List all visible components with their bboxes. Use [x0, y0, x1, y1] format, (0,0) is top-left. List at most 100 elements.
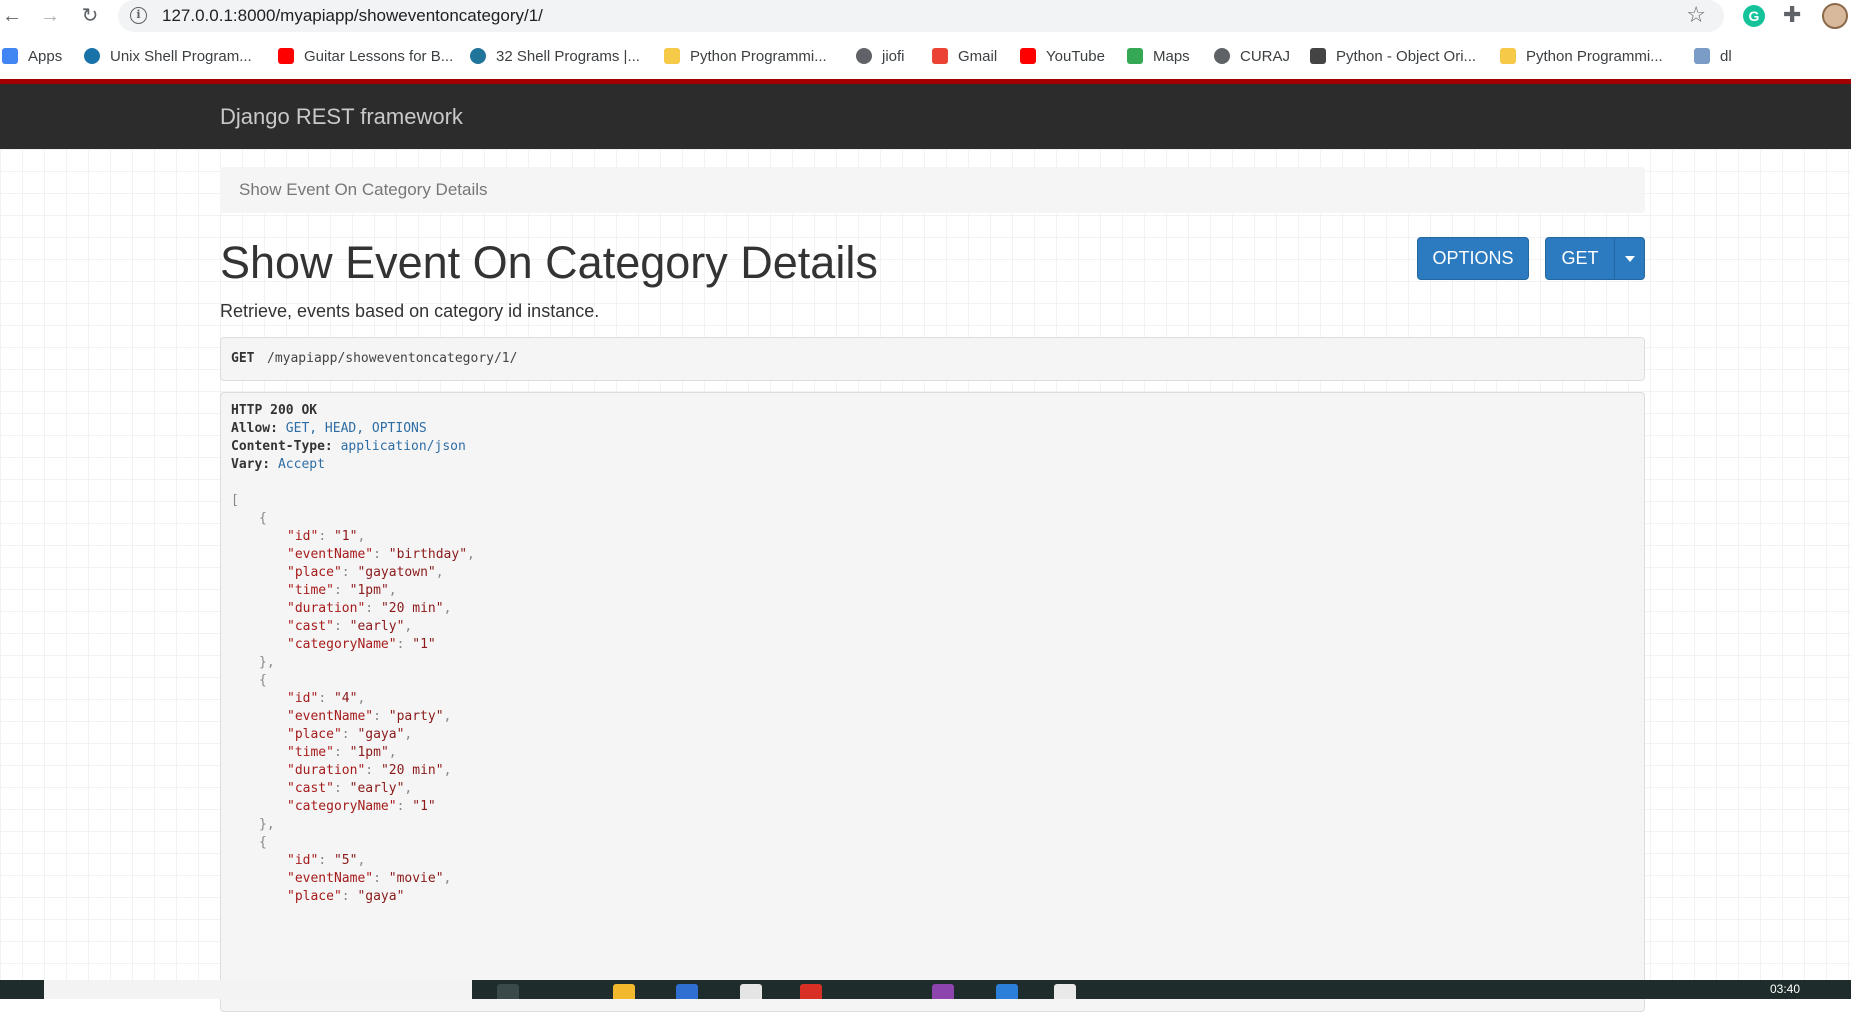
bookmark-item[interactable]: jiofi: [856, 45, 905, 67]
get-format-dropdown-button[interactable]: [1614, 237, 1645, 280]
image-icon: [1694, 48, 1710, 64]
notepad-icon[interactable]: [1054, 984, 1076, 999]
bookmark-star-icon[interactable]: ☆: [1686, 2, 1706, 28]
json-value: party: [396, 709, 436, 724]
options-button[interactable]: OPTIONS: [1417, 237, 1529, 280]
header-value: GET, HEAD, OPTIONS: [285, 421, 427, 436]
bookmark-item[interactable]: Guitar Lessons for B...: [278, 45, 453, 67]
forward-arrow-icon[interactable]: →: [38, 4, 62, 28]
get-button[interactable]: GET: [1545, 237, 1615, 280]
json-value: 1pm: [357, 745, 381, 760]
bookmark-item[interactable]: Python Programmi...: [1500, 45, 1663, 67]
page-description: Retrieve, events based on category id in…: [220, 301, 600, 321]
breadcrumb: Show Event On Category Details: [220, 167, 1645, 213]
json-value: birthday: [396, 547, 460, 562]
store-icon[interactable]: [676, 984, 698, 999]
file-explorer-icon[interactable]: [613, 984, 635, 999]
breadcrumb-item[interactable]: Show Event On Category Details: [239, 180, 488, 200]
python-icon: [664, 48, 680, 64]
globe-icon: [1214, 48, 1230, 64]
address-bar[interactable]: i 127.0.0.1:8000/myapiapp/showeventoncat…: [118, 0, 1724, 32]
json-brace: },: [259, 817, 275, 832]
json-value: early: [357, 619, 397, 634]
taskview-icon[interactable]: [497, 984, 519, 999]
json-value: movie: [396, 871, 436, 886]
json-field: "categoryName": "1": [287, 799, 436, 814]
json-field: "time": "1pm",: [287, 745, 397, 760]
json-value: early: [357, 781, 397, 796]
app-purple-icon[interactable]: [932, 984, 954, 999]
grammarly-extension-icon[interactable]: G: [1743, 5, 1765, 27]
json-field: "place": "gayatown",: [287, 565, 444, 580]
json-field: "time": "1pm",: [287, 583, 397, 598]
bookmark-item[interactable]: Python - Object Ori...: [1310, 45, 1476, 67]
bookmark-label: Gmail: [958, 47, 998, 65]
request-info: GET /myapiapp/showeventoncategory/1/: [220, 337, 1645, 381]
response-header: Allow: GET, HEAD, OPTIONS: [231, 421, 427, 441]
json-value: 1: [420, 799, 428, 814]
caret-down-icon: [1624, 256, 1635, 263]
bookmark-item[interactable]: YouTube: [1020, 45, 1105, 67]
bookmark-label: Unix Shell Program...: [110, 47, 252, 65]
page-content: Show Event On Category Details Show Even…: [0, 149, 1851, 1012]
json-field: "duration": "20 min",: [287, 601, 452, 616]
diamond-icon: [1310, 48, 1326, 64]
bookmark-item[interactable]: Python Programmi...: [664, 45, 827, 67]
chrome-taskbar-icon[interactable]: [800, 984, 822, 999]
json-field: "id": "5",: [287, 853, 366, 868]
apps-grid-icon: [2, 48, 18, 64]
bookmark-label: jiofi: [882, 47, 905, 65]
browser-toolbar: ← → ↻ i 127.0.0.1:8000/myapiapp/showeven…: [0, 0, 1851, 33]
bookmark-item[interactable]: Gmail: [932, 45, 997, 67]
page-title: Show Event On Category Details: [220, 237, 878, 288]
response-status: HTTP 200 OK: [231, 403, 317, 423]
bookmark-item[interactable]: Maps: [1127, 45, 1190, 67]
bookmark-label: dl: [1720, 47, 1732, 65]
bookmark-label: CURAJ: [1240, 47, 1291, 65]
os-taskbar: 03:40: [0, 980, 1851, 999]
profile-avatar[interactable]: [1822, 3, 1848, 29]
extensions-puzzle-icon[interactable]: ✚: [1783, 2, 1801, 28]
bookmarks-bar: Apps Unix Shell Program... Guitar Lessons …: [0, 33, 1851, 79]
response-info: HTTP 200 OK Allow: GET, HEAD, OPTIONS Cont…: [220, 392, 1645, 1012]
youtube-icon: [278, 48, 294, 64]
back-arrow-icon[interactable]: ←: [0, 4, 24, 28]
json-value: gaya: [365, 727, 397, 742]
taskbar-search-box[interactable]: [44, 980, 472, 999]
json-field: "cast": "early",: [287, 781, 413, 796]
json-value: 1: [420, 637, 428, 652]
header-value: application/json: [340, 439, 466, 454]
request-method: GET: [231, 351, 255, 366]
json-field: "duration": "20 min",: [287, 763, 452, 778]
header-name: Content-Type:: [231, 439, 333, 454]
vscode-icon[interactable]: [996, 984, 1018, 999]
bookmark-label: Python Programmi...: [1526, 47, 1663, 65]
app-icon[interactable]: [740, 984, 762, 999]
bookmark-item[interactable]: 32 Shell Programs |...: [470, 45, 640, 67]
globe-icon: [856, 48, 872, 64]
bookmark-label: Apps: [28, 47, 63, 65]
taskbar-clock[interactable]: 03:40: [1770, 982, 1800, 996]
bookmark-label: YouTube: [1046, 47, 1105, 65]
bookmark-item[interactable]: CURAJ: [1214, 45, 1290, 67]
bookmark-item[interactable]: dl: [1694, 45, 1732, 67]
reload-icon[interactable]: ↻: [78, 4, 102, 28]
bookmark-label: Guitar Lessons for B...: [304, 47, 454, 65]
info-icon[interactable]: i: [130, 7, 147, 24]
url-text[interactable]: 127.0.0.1:8000/myapiapp/showeventoncateg…: [162, 6, 543, 26]
json-field: "eventName": "party",: [287, 709, 452, 724]
json-value: gaya: [365, 889, 397, 904]
python-icon: [1500, 48, 1516, 64]
json-value: 20 min: [388, 763, 436, 778]
json-value: 5: [341, 853, 350, 868]
navbar-brand[interactable]: Django REST framework: [220, 104, 463, 130]
header-value: Accept: [277, 457, 325, 472]
response-header: Vary: Accept: [231, 457, 325, 477]
json-field: "eventName": "movie",: [287, 871, 452, 886]
json-value: 1pm: [357, 583, 381, 598]
status-text: HTTP 200 OK: [231, 403, 318, 418]
maps-icon: [1127, 48, 1143, 64]
bookmark-item[interactable]: Unix Shell Program...: [84, 45, 252, 67]
header-name: Allow:: [231, 421, 278, 436]
bookmark-item[interactable]: Apps: [2, 45, 62, 67]
